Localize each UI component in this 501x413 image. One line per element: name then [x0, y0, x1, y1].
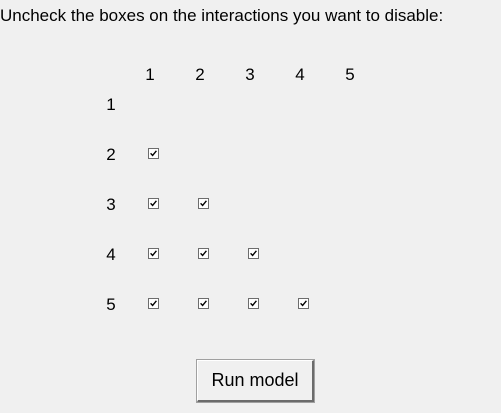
column-header-1: 1 — [145, 65, 155, 84]
run-model-button[interactable]: Run model — [196, 359, 315, 403]
interaction-checkbox-4-3[interactable] — [248, 248, 259, 259]
row-header-5: 5 — [106, 295, 116, 314]
interaction-checkbox-5-4[interactable] — [298, 298, 309, 309]
row-header-3: 3 — [106, 195, 116, 214]
interaction-checkbox-4-1[interactable] — [148, 248, 159, 259]
row-header-1: 1 — [106, 95, 116, 114]
column-header-5: 5 — [345, 65, 355, 84]
column-header-4: 4 — [295, 65, 305, 84]
row-header-2: 2 — [106, 145, 116, 164]
interaction-checkbox-2-1[interactable] — [148, 148, 159, 159]
column-header-3: 3 — [245, 65, 255, 84]
interaction-checkbox-5-1[interactable] — [148, 298, 159, 309]
interaction-checkbox-3-1[interactable] — [148, 198, 159, 209]
interaction-checkbox-5-2[interactable] — [198, 298, 209, 309]
instruction-text: Uncheck the boxes on the interactions yo… — [0, 6, 444, 25]
interaction-checkbox-5-3[interactable] — [248, 298, 259, 309]
column-header-2: 2 — [195, 65, 205, 84]
row-header-4: 4 — [106, 245, 116, 264]
interaction-checkbox-3-2[interactable] — [198, 198, 209, 209]
interaction-checkbox-4-2[interactable] — [198, 248, 209, 259]
